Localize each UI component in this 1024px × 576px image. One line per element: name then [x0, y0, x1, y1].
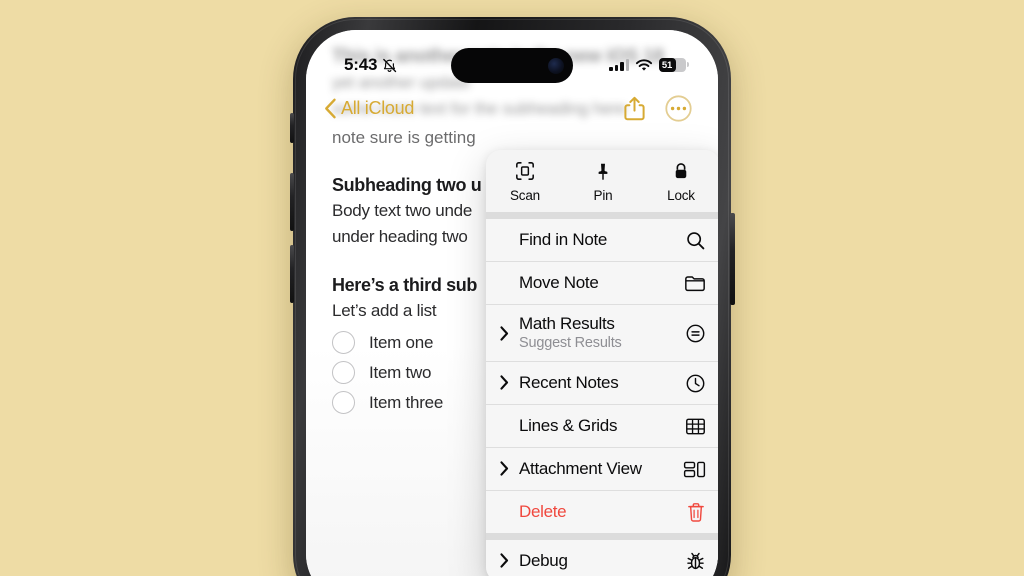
status-time: 5:43	[344, 55, 378, 74]
magnifier-icon	[685, 230, 706, 251]
volume-down-button[interactable]	[289, 245, 294, 303]
scan-button-label: Scan	[510, 188, 540, 203]
battery-fill: 51	[659, 58, 676, 72]
power-button[interactable]	[730, 213, 735, 305]
menu-item-label: Move Note	[519, 273, 599, 293]
menu-item-label: Attachment View	[519, 459, 642, 479]
trash-icon	[686, 502, 706, 523]
clock-icon	[685, 373, 706, 394]
nav-actions	[624, 94, 692, 122]
menu-item-label: Find in Note	[519, 230, 608, 250]
menu-item-label: Debug	[519, 551, 568, 571]
back-button-label: All iCloud	[341, 97, 415, 118]
phone-frame: This is another note in the new iOS 18 y…	[289, 17, 735, 576]
checkbox-icon[interactable]	[332, 331, 355, 354]
checkbox-icon[interactable]	[332, 361, 355, 384]
menu-quick-actions: Scan Pin Lock	[486, 150, 718, 212]
share-icon[interactable]	[624, 96, 645, 121]
chevron-right-icon	[500, 461, 511, 477]
pin-button[interactable]: Pin	[564, 150, 642, 212]
bell-slash-icon	[381, 57, 398, 74]
ellipsis-circle-icon[interactable]	[665, 94, 692, 122]
dynamic-island[interactable]	[451, 48, 573, 83]
status-right: 51	[609, 58, 690, 72]
scan-button[interactable]: Scan	[486, 150, 564, 212]
menu-item-attachment-view[interactable]: Attachment View	[486, 447, 718, 490]
menu-item-label: Math Results	[519, 313, 615, 333]
context-menu[interactable]: Scan Pin Lock Find in Note Move Note Mat…	[486, 150, 718, 576]
bug-icon	[685, 551, 706, 572]
menu-item-math-results[interactable]: Math Results Suggest Results	[486, 304, 718, 361]
menu-section-divider	[486, 212, 718, 219]
folder-icon	[684, 273, 706, 293]
menu-item-recent-notes[interactable]: Recent Notes	[486, 361, 718, 404]
list-item-label: Item one	[369, 332, 434, 352]
checkbox-icon[interactable]	[332, 391, 355, 414]
menu-item-label: Lines & Grids	[519, 416, 618, 436]
volume-up-button[interactable]	[289, 173, 294, 231]
battery-icon: 51	[659, 58, 690, 72]
chevron-left-icon	[324, 98, 337, 119]
pin-button-label: Pin	[593, 188, 613, 203]
front-camera-icon	[548, 57, 564, 74]
back-button[interactable]: All iCloud	[324, 98, 414, 119]
menu-item-find-in-note[interactable]: Find in Note	[486, 219, 718, 261]
status-left: 5:43	[344, 55, 398, 75]
chevron-right-icon	[500, 553, 511, 569]
pin-icon	[593, 161, 613, 181]
menu-section-divider	[486, 533, 718, 540]
wifi-icon	[635, 58, 653, 72]
list-item-label: Item two	[369, 362, 432, 382]
list-item-label: Item three	[369, 392, 444, 412]
scan-document-icon	[515, 161, 535, 181]
menu-item-label: Delete	[519, 502, 567, 522]
equals-circle-icon	[685, 323, 706, 344]
menu-item-label: Recent Notes	[519, 373, 619, 393]
lock-button[interactable]: Lock	[642, 150, 718, 212]
menu-item-subtitle: Suggest Results	[519, 335, 622, 352]
attachment-view-icon	[683, 460, 706, 479]
chevron-right-icon	[500, 375, 511, 391]
mute-switch[interactable]	[290, 113, 294, 143]
phone-screen: This is another note in the new iOS 18 y…	[306, 30, 718, 576]
navigation-bar: All iCloud	[306, 86, 718, 130]
battery-percent-label: 51	[661, 59, 673, 71]
grid-icon	[685, 417, 706, 436]
lock-icon	[671, 161, 691, 181]
chevron-right-icon	[500, 325, 511, 341]
menu-item-lines-and-grids[interactable]: Lines & Grids	[486, 404, 718, 447]
menu-item-move-note[interactable]: Move Note	[486, 261, 718, 304]
menu-item-debug[interactable]: Debug	[486, 540, 718, 576]
cellular-bars-icon	[609, 59, 629, 71]
menu-item-delete[interactable]: Delete	[486, 490, 718, 533]
lock-button-label: Lock	[667, 188, 695, 203]
